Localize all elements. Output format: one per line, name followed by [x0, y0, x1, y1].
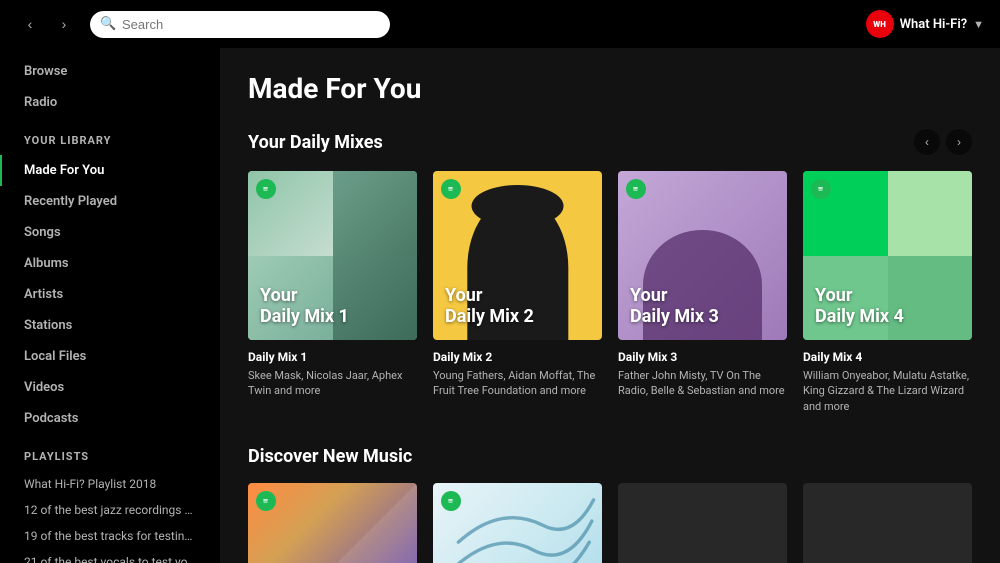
- daily-mix-1-desc: Skee Mask, Nicolas Jaar, Aphex Twin and …: [248, 368, 417, 399]
- sidebar-item-stations[interactable]: Stations: [0, 310, 220, 341]
- user-avatar: WH: [866, 10, 894, 38]
- discover-title: Discover New Music: [248, 446, 412, 467]
- daily-mix-3-artwork: YourDaily Mix 3: [618, 171, 787, 340]
- main-content: Made For You Your Daily Mixes ‹ ›: [220, 48, 1000, 563]
- discover-placeholder-3: [618, 483, 787, 563]
- sidebar-item-made-for-you[interactable]: Made For You: [0, 155, 220, 186]
- daily-mix-1-card[interactable]: YourDaily Mix 1 Daily Mix 1 Skee Mask, N…: [248, 171, 417, 414]
- sidebar: Browse Radio YOUR LIBRARY Made For You R…: [0, 48, 220, 563]
- playlist-item[interactable]: 19 of the best tracks for testing dynami…: [0, 523, 220, 549]
- spotify-logo: [441, 179, 461, 199]
- daily-mix-2-overlay-title: YourDaily Mix 2: [445, 285, 534, 328]
- daily-mixes-header: Your Daily Mixes ‹ ›: [248, 129, 972, 155]
- sidebar-item-local-files[interactable]: Local Files: [0, 341, 220, 372]
- daily-mix-3-overlay-title: YourDaily Mix 3: [630, 285, 719, 328]
- discover-placeholder-4: [803, 483, 972, 563]
- placeholder-artwork-4: [803, 483, 972, 563]
- daily-mix-4-artwork: YourDaily Mix 4: [803, 171, 972, 340]
- sidebar-item-browse[interactable]: Browse: [0, 56, 220, 87]
- placeholder-artwork-3: [618, 483, 787, 563]
- search-input[interactable]: [90, 11, 390, 38]
- sidebar-item-songs[interactable]: Songs: [0, 217, 220, 248]
- search-icon: 🔍: [100, 17, 116, 32]
- daily-mix-1-artwork: YourDaily Mix 1: [248, 171, 417, 340]
- daily-mix-4-desc: William Onyeabor, Mulatu Astatke, King G…: [803, 368, 972, 414]
- discover-header: Discover New Music: [248, 446, 972, 467]
- daily-mix-3-card[interactable]: YourDaily Mix 3 Daily Mix 3 Father John …: [618, 171, 787, 414]
- back-button[interactable]: ‹: [16, 10, 44, 38]
- search-bar: 🔍: [90, 11, 390, 38]
- user-menu[interactable]: WH What Hi-Fi? ▼: [866, 10, 984, 38]
- daily-mix-2-card[interactable]: YourDaily Mix 2 Daily Mix 2 Young Father…: [433, 171, 602, 414]
- playlists-section-label: PLAYLISTS: [0, 434, 220, 471]
- sidebar-item-artists[interactable]: Artists: [0, 279, 220, 310]
- daily-mix-2-title: Daily Mix 2: [433, 350, 602, 364]
- daily-mix-4-overlay-title: YourDaily Mix 4: [815, 285, 904, 328]
- section-nav: ‹ ›: [914, 129, 972, 155]
- spotify-logo: [626, 179, 646, 199]
- user-name: What Hi-Fi?: [900, 17, 968, 32]
- sidebar-item-podcasts[interactable]: Podcasts: [0, 403, 220, 434]
- spotify-logo: [256, 179, 276, 199]
- daily-mix-2-desc: Young Fathers, Aidan Moffat, The Fruit T…: [433, 368, 602, 399]
- playlist-item[interactable]: 21 of the best vocals to test your syste…: [0, 549, 220, 563]
- topbar: ‹ › 🔍 WH What Hi-Fi? ▼: [0, 0, 1000, 48]
- forward-button[interactable]: ›: [50, 10, 78, 38]
- daily-mix-3-desc: Father John Misty, TV On The Radio, Bell…: [618, 368, 787, 399]
- discover-cards-grid: YourDiscoverWeekly .wave-line { fill: no…: [248, 483, 972, 563]
- daily-mix-4-title: Daily Mix 4: [803, 350, 972, 364]
- discover-weekly-artwork: YourDiscoverWeekly: [248, 483, 417, 563]
- daily-mixes-title: Your Daily Mixes: [248, 132, 383, 153]
- nav-buttons: ‹ ›: [16, 10, 78, 38]
- section-next-button[interactable]: ›: [946, 129, 972, 155]
- spotify-logo: [811, 179, 831, 199]
- discover-weekly-card[interactable]: YourDiscoverWeekly: [248, 483, 417, 563]
- layout: Browse Radio YOUR LIBRARY Made For You R…: [0, 48, 1000, 563]
- sidebar-item-recently-played[interactable]: Recently Played: [0, 186, 220, 217]
- sidebar-item-albums[interactable]: Albums: [0, 248, 220, 279]
- chevron-down-icon: ▼: [973, 18, 984, 31]
- daily-mix-1-title: Daily Mix 1: [248, 350, 417, 364]
- playlist-item[interactable]: 12 of the best jazz recordings to test y…: [0, 497, 220, 523]
- sidebar-item-radio[interactable]: Radio: [0, 87, 220, 118]
- section-prev-button[interactable]: ‹: [914, 129, 940, 155]
- topbar-right: WH What Hi-Fi? ▼: [866, 10, 984, 38]
- daily-mix-4-card[interactable]: YourDaily Mix 4 Daily Mix 4 William Onye…: [803, 171, 972, 414]
- release-radar-artwork: .wave-line { fill: none; stroke: #4a8faa…: [433, 483, 602, 563]
- library-section-label: YOUR LIBRARY: [0, 118, 220, 155]
- daily-mix-2-artwork: YourDaily Mix 2: [433, 171, 602, 340]
- sidebar-item-videos[interactable]: Videos: [0, 372, 220, 403]
- daily-mix-3-title: Daily Mix 3: [618, 350, 787, 364]
- page-title: Made For You: [248, 72, 972, 105]
- playlist-item[interactable]: What Hi-Fi? Playlist 2018: [0, 471, 220, 497]
- release-radar-card[interactable]: .wave-line { fill: none; stroke: #4a8faa…: [433, 483, 602, 563]
- daily-mixes-grid: YourDaily Mix 1 Daily Mix 1 Skee Mask, N…: [248, 171, 972, 414]
- daily-mix-1-overlay-title: YourDaily Mix 1: [260, 285, 349, 328]
